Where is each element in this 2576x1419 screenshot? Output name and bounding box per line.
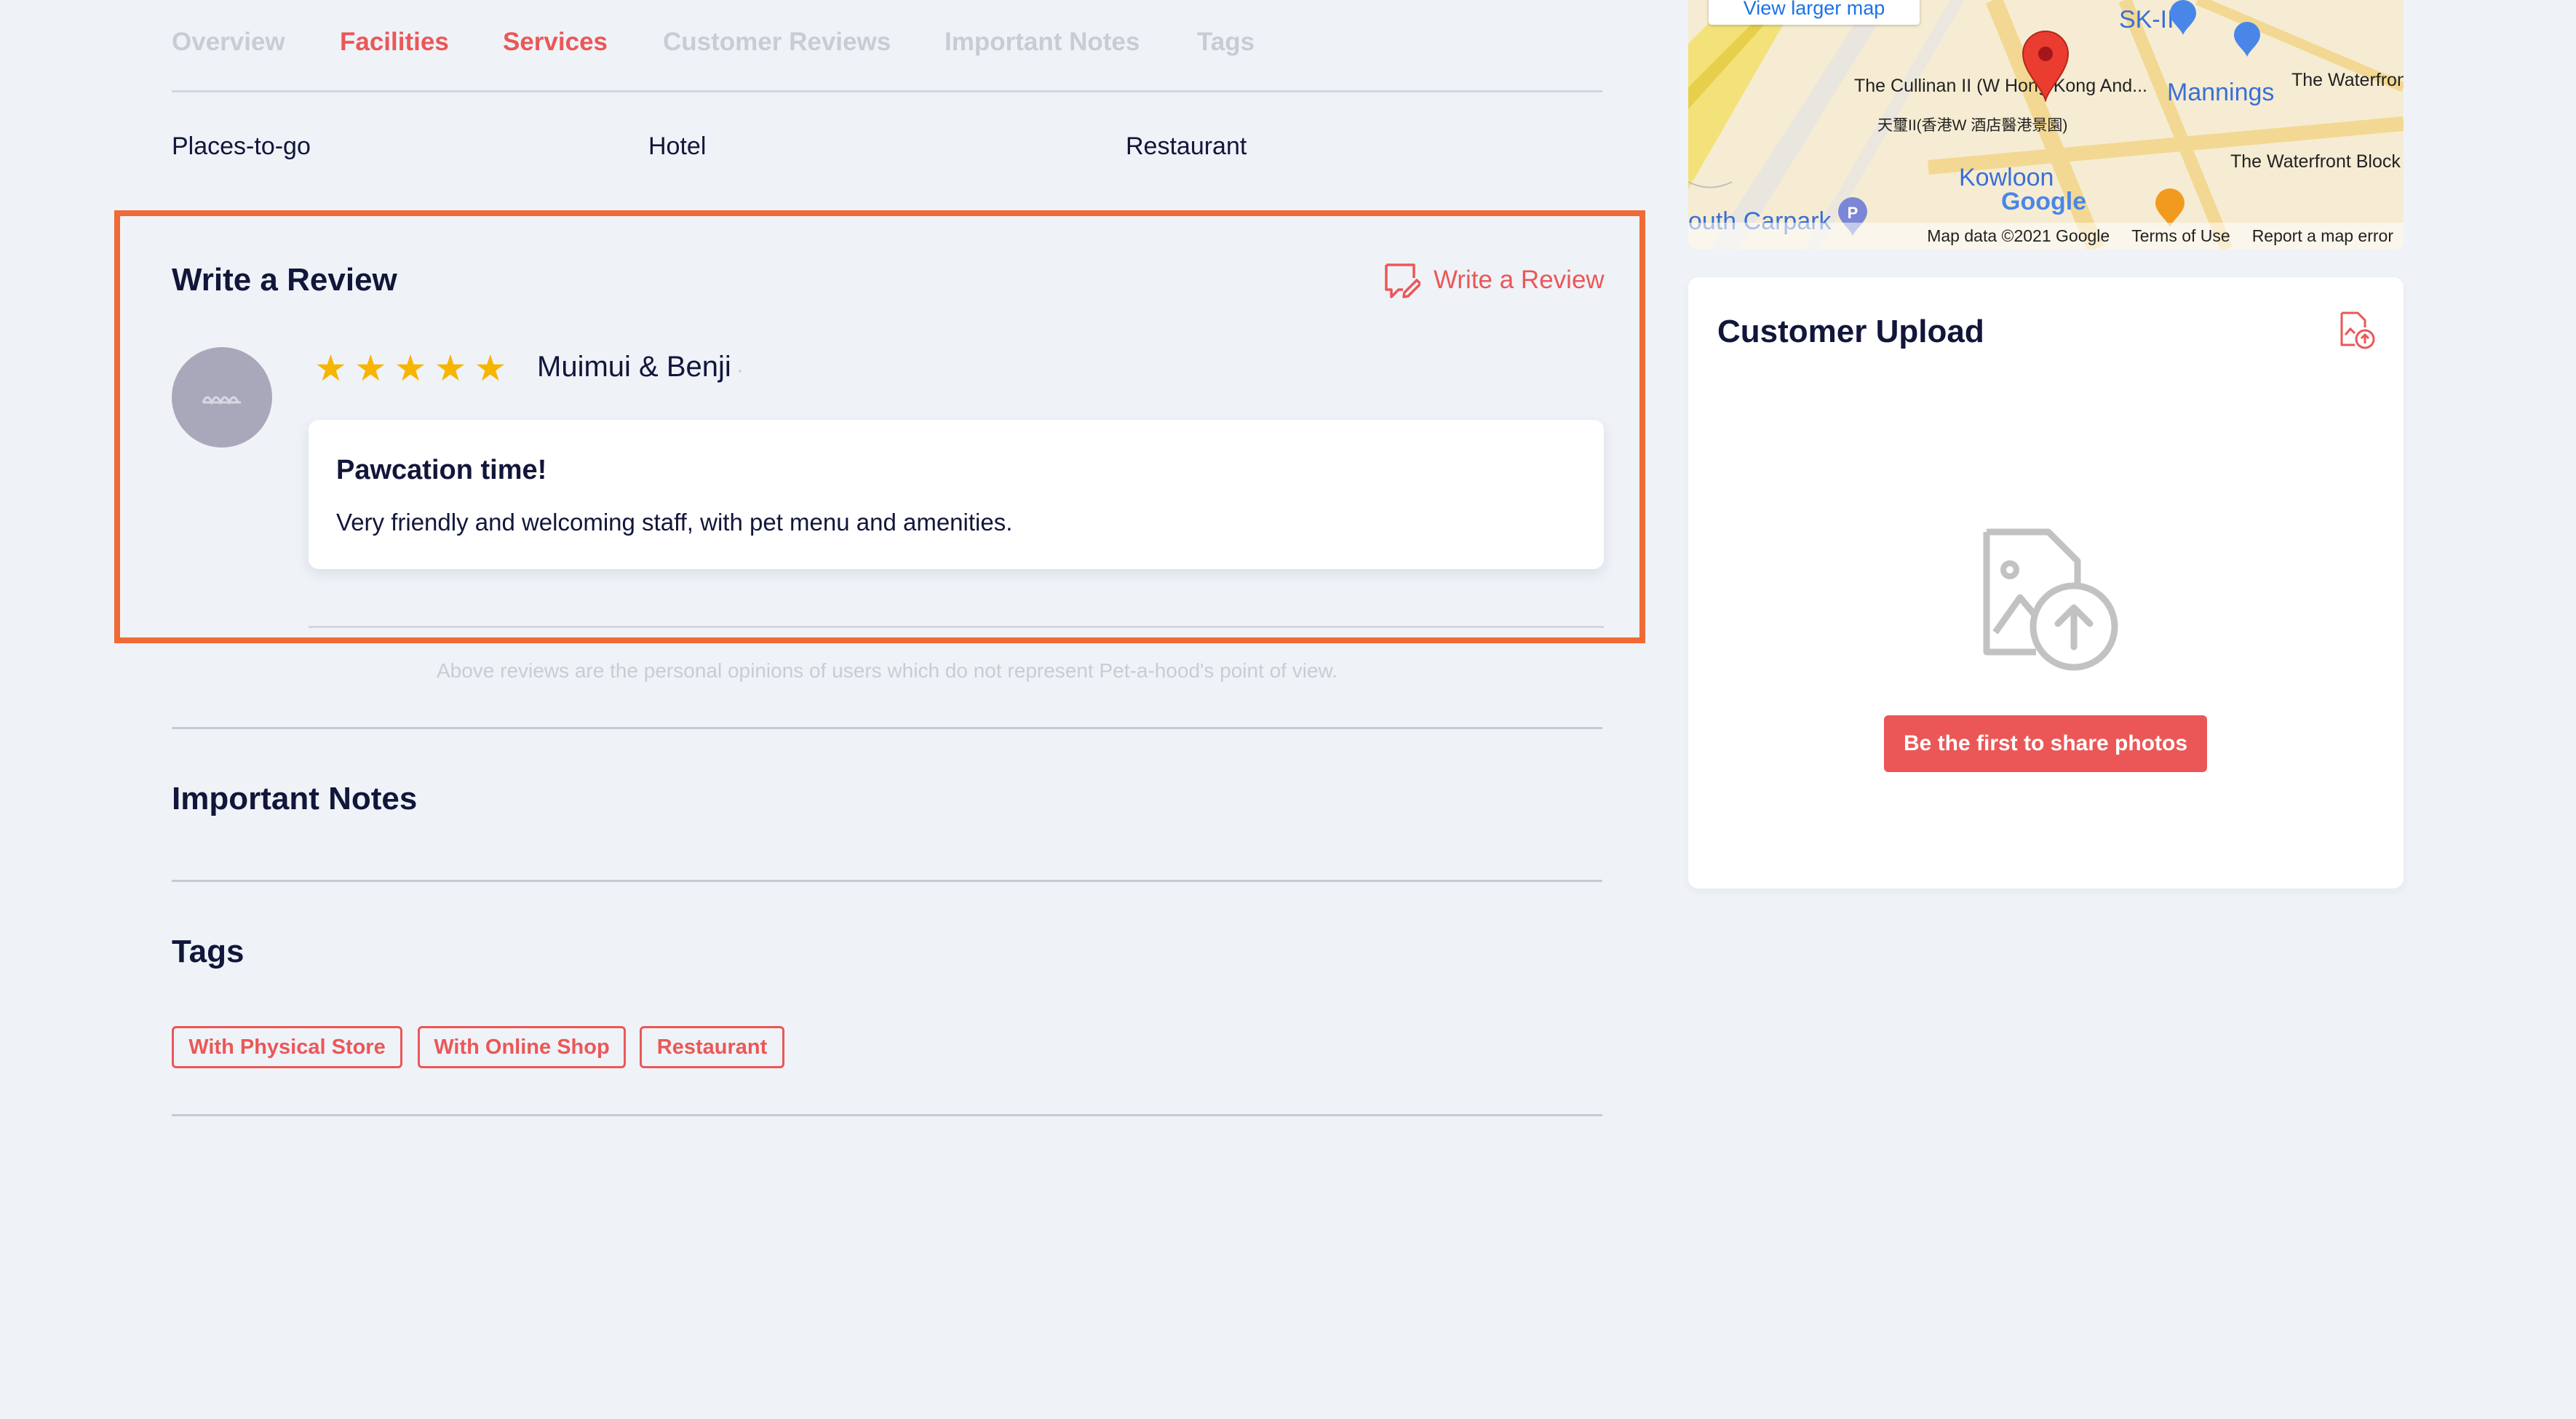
- star-icon: ★: [474, 348, 507, 389]
- write-review-button[interactable]: Write a Review: [1383, 258, 1605, 302]
- category-hotel: Hotel: [648, 132, 707, 160]
- shopping-pin-icon: [2170, 0, 2196, 35]
- star-icon: ★: [314, 348, 347, 389]
- avatar-placeholder-icon: [202, 396, 241, 405]
- share-photos-button[interactable]: Be the first to share photos: [1884, 715, 2207, 772]
- tab-important-notes[interactable]: Important Notes: [945, 28, 1140, 57]
- write-review-heading: Write a Review: [172, 262, 397, 298]
- reviewer-avatar: [172, 347, 272, 448]
- tag-with-online-shop[interactable]: With Online Shop: [418, 1026, 626, 1068]
- tab-overview[interactable]: Overview: [172, 28, 285, 57]
- review-rating: ★ ★ ★ ★ ★: [314, 348, 506, 389]
- map-report-error-link[interactable]: Report a map error: [2252, 226, 2393, 246]
- map-label-waterfront-block: The Waterfront Block: [2230, 151, 2401, 172]
- map-marker-icon[interactable]: [2020, 29, 2071, 102]
- review-card: Pawcation time! Very friendly and welcom…: [309, 420, 1604, 569]
- tab-services[interactable]: Services: [503, 28, 608, 57]
- tab-customer-reviews[interactable]: Customer Reviews: [663, 28, 891, 57]
- map-data-credit: Map data ©2021 Google: [1927, 226, 2110, 245]
- map-label-mannings: Mannings: [2167, 79, 2275, 106]
- edit-comment-icon: [1385, 263, 1420, 298]
- empty-upload-illustration-icon: [1983, 528, 2118, 671]
- map-label-cullinan-cn: 天璽II(香港W 酒店醫港景園): [1877, 117, 2068, 134]
- map-footer: Map data ©2021 Google Terms of Use Repor…: [1688, 223, 2404, 249]
- reviewer-name: Muimui & Benji: [537, 351, 731, 383]
- tags-heading: Tags: [172, 934, 245, 969]
- section-divider: [172, 1114, 1602, 1116]
- customer-upload-heading: Customer Upload: [1717, 314, 1984, 349]
- svg-text:P: P: [1848, 204, 1859, 222]
- star-icon: ★: [434, 348, 467, 389]
- review-title: Pawcation time!: [336, 455, 547, 485]
- section-divider: [172, 880, 1602, 882]
- map-label-waterfront: The Waterfron: [2291, 70, 2404, 90]
- tab-facilities[interactable]: Facilities: [340, 28, 449, 57]
- map-label-google: Google: [2001, 188, 2087, 215]
- star-icon: ★: [354, 348, 387, 389]
- review-disclaimer: Above reviews are the personal opinions …: [436, 659, 1338, 682]
- upload-image-icon[interactable]: [2336, 310, 2377, 351]
- section-divider: [172, 727, 1602, 729]
- review-divider: [309, 626, 1604, 628]
- section-tabs: Overview Facilities Services Customer Re…: [172, 15, 1602, 92]
- reviewer-separator: ·: [736, 358, 744, 382]
- category-restaurant: Restaurant: [1126, 132, 1247, 160]
- important-notes-heading: Important Notes: [172, 781, 418, 816]
- category-places-to-go: Places-to-go: [172, 132, 311, 160]
- location-map[interactable]: View larger map The Cullinan II (W Hong …: [1688, 0, 2404, 249]
- star-icon: ★: [394, 348, 427, 389]
- map-label-skii: SK-II: [2119, 6, 2174, 33]
- shopping-pin-icon: [2234, 22, 2260, 57]
- write-review-label: Write a Review: [1434, 266, 1605, 294]
- map-label-cullinan: The Cullinan II (W Hong Kong And...: [1854, 76, 2147, 96]
- tab-tags[interactable]: Tags: [1197, 28, 1255, 57]
- view-larger-map-link[interactable]: View larger map: [1709, 0, 1920, 25]
- tag-with-physical-store[interactable]: With Physical Store: [172, 1026, 402, 1068]
- tag-restaurant[interactable]: Restaurant: [640, 1026, 784, 1068]
- customer-upload-card: Customer Upload Be the first to share ph…: [1688, 277, 2404, 889]
- review-body: Very friendly and welcoming staff, with …: [336, 509, 1013, 536]
- map-terms-link[interactable]: Terms of Use: [2131, 226, 2230, 246]
